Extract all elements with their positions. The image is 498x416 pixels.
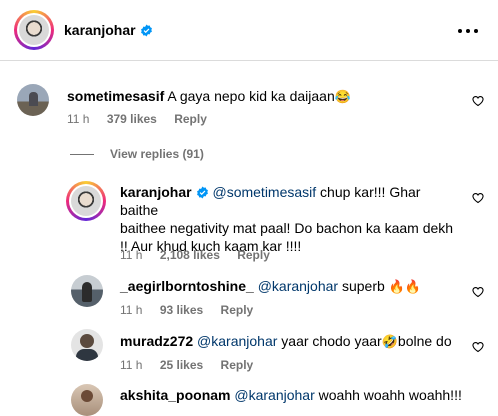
comment-time: 11 h	[67, 112, 90, 126]
avatar-photo	[81, 390, 93, 402]
reply-avatar[interactable]	[71, 329, 103, 361]
reply-likes[interactable]: 25 likes	[160, 358, 203, 372]
reply-meta: 11 h 93 likes Reply	[120, 303, 267, 317]
reply-username[interactable]: akshita_poonam	[120, 387, 230, 403]
reply-avatar[interactable]	[66, 181, 106, 221]
view-replies-button[interactable]: View replies (91)	[70, 147, 204, 161]
reply-body: muradz272 @karanjohar yaar chodo yaar🤣bo…	[120, 332, 452, 351]
reply-meta: 11 h 2,108 likes Reply	[120, 248, 284, 262]
author-username[interactable]: karanjohar	[64, 22, 136, 38]
comment-username[interactable]: sometimesasif	[67, 88, 164, 104]
reply-likes[interactable]: 93 likes	[160, 303, 203, 317]
reply-text: yaar chodo yaar	[277, 333, 382, 349]
avatar-photo	[80, 334, 94, 348]
avatar-photo	[71, 186, 101, 216]
avatar-photo	[29, 92, 38, 106]
reply-button[interactable]: Reply	[174, 112, 207, 126]
reply-time: 11 h	[120, 248, 143, 262]
reply-avatar[interactable]	[71, 275, 103, 307]
reply-avatar[interactable]	[71, 384, 103, 416]
reply-body: akshita_poonam @karanjohar woahh woahh w…	[120, 386, 462, 404]
view-replies-label: View replies (91)	[110, 147, 204, 161]
comment-body: sometimesasif A gaya nepo kid ka daijaan…	[67, 87, 351, 106]
mention-link[interactable]: @karanjohar	[258, 278, 338, 294]
comment-likes[interactable]: 379 likes	[107, 112, 157, 126]
avatar-photo	[82, 282, 92, 302]
mention-link[interactable]: @karanjohar	[234, 387, 314, 403]
laughing-emoji: 😂	[334, 89, 351, 104]
like-heart-icon[interactable]	[472, 95, 484, 107]
like-heart-icon[interactable]	[472, 341, 484, 353]
mention-link[interactable]: @sometimesasif	[212, 184, 316, 200]
divider-line	[70, 154, 94, 156]
commenter-avatar[interactable]	[17, 84, 49, 116]
mention-link[interactable]: @karanjohar	[197, 333, 277, 349]
fire-emoji: 🔥🔥	[388, 279, 422, 294]
reply-meta: 11 h 25 likes Reply	[120, 358, 267, 372]
more-options-icon[interactable]	[456, 20, 480, 38]
reply-body: _aegirlborntoshine_ @karanjohar superb 🔥…	[120, 277, 421, 296]
reply-username[interactable]: karanjohar	[120, 184, 192, 200]
reply-text-after: bolne do	[397, 333, 452, 349]
avatar-photo	[19, 15, 49, 45]
reply-username[interactable]: _aegirlborntoshine_	[120, 278, 254, 294]
comment-text: A gaya nepo kid ka daijaan	[167, 88, 335, 104]
reply-button[interactable]: Reply	[221, 303, 254, 317]
reply-body: karanjohar @sometimesasif chup kar!!! Gh…	[120, 183, 460, 255]
reply-text: woahh woahh woahh!!!	[314, 387, 462, 403]
verified-badge-icon	[140, 24, 152, 37]
like-heart-icon[interactable]	[472, 192, 484, 204]
reply-time: 11 h	[120, 358, 143, 372]
comment-meta: 11 h 379 likes Reply	[67, 112, 221, 126]
author-avatar[interactable]	[14, 10, 54, 50]
reply-button[interactable]: Reply	[237, 248, 270, 262]
like-heart-icon[interactable]	[472, 286, 484, 298]
reply-text: superb	[338, 278, 389, 294]
reply-text-line2: baithee negativity mat paal! Do bachon k…	[120, 220, 454, 236]
verified-badge-icon	[196, 186, 208, 199]
author-username-row: karanjohar	[64, 22, 153, 38]
reply-likes[interactable]: 2,108 likes	[160, 248, 220, 262]
reply-time: 11 h	[120, 303, 143, 317]
reply-button[interactable]: Reply	[221, 358, 254, 372]
post-header: karanjohar	[0, 0, 498, 61]
rofl-emoji: 🤣	[381, 334, 398, 349]
avatar-shoulders	[76, 349, 98, 361]
reply-username[interactable]: muradz272	[120, 333, 193, 349]
